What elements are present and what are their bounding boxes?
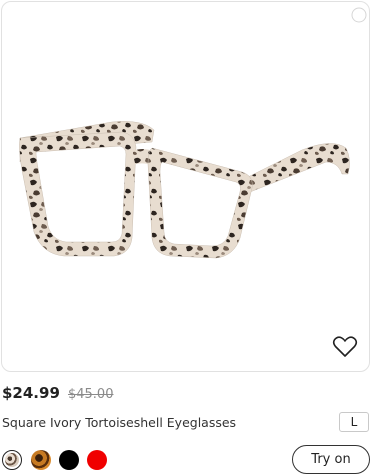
- swatch-red[interactable]: [87, 450, 107, 470]
- swatch-tortoiseshell[interactable]: [31, 450, 51, 470]
- original-price: $45.00: [67, 387, 114, 402]
- product-image[interactable]: [2, 2, 369, 371]
- price-row: $24.99 $45.00: [2, 383, 113, 403]
- heart-outline-icon[interactable]: [332, 335, 358, 359]
- swatch-black[interactable]: [59, 450, 79, 470]
- size-badge: L: [339, 412, 369, 432]
- try-on-button[interactable]: Try on: [292, 445, 370, 474]
- product-title[interactable]: Square Ivory Tortoiseshell Eyeglasses: [2, 415, 236, 430]
- sale-price: $24.99: [2, 384, 60, 402]
- product-card[interactable]: [1, 1, 370, 372]
- swatch-ivory-tortoiseshell[interactable]: [2, 450, 22, 470]
